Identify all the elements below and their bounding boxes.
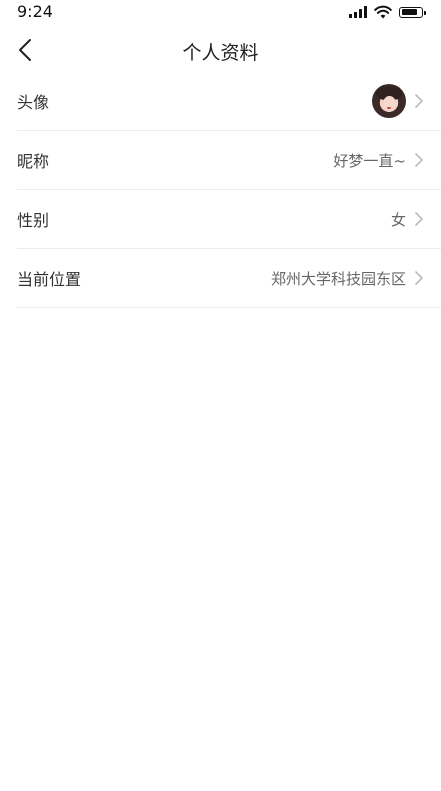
gender-row[interactable]: 性别 女 (17, 190, 441, 249)
profile-list: 头像 昵称 好梦一直~ 性别 女 当前位置 郑州大学科技园东区 (0, 72, 441, 308)
row-right (372, 72, 424, 130)
wifi-icon (374, 5, 392, 19)
row-label: 性别 (17, 211, 50, 230)
avatar-row[interactable]: 头像 (17, 72, 441, 131)
chevron-right-icon (415, 212, 423, 226)
gender-value: 女 (390, 210, 406, 229)
row-label: 头像 (17, 93, 50, 112)
signal-icon (349, 6, 367, 18)
row-right: 郑州大学科技园东区 (271, 249, 424, 307)
chevron-right-icon (415, 271, 423, 285)
status-time: 9:24 (17, 2, 53, 21)
battery-icon (399, 6, 426, 18)
nickname-value: 好梦一直~ (333, 151, 406, 170)
row-right: 好梦一直~ (333, 131, 424, 189)
location-row[interactable]: 当前位置 郑州大学科技园东区 (17, 249, 441, 308)
status-bar: 9:24 (0, 0, 441, 26)
nav-bar: 个人资料 (0, 26, 441, 74)
profile-screen: 9:24 个人资料 头像 昵称 好梦一直~ 性别 女 当前位置 郑州大学科技园东… (0, 0, 441, 791)
location-value: 郑州大学科技园东区 (270, 269, 406, 288)
row-label: 当前位置 (17, 270, 82, 289)
chevron-right-icon (415, 94, 423, 108)
chevron-right-icon (415, 153, 423, 167)
row-right: 女 (391, 190, 424, 248)
nickname-row[interactable]: 昵称 好梦一直~ (17, 131, 441, 190)
status-icons (349, 4, 426, 20)
page-title: 个人资料 (182, 42, 259, 64)
avatar (372, 84, 406, 118)
row-label: 昵称 (17, 152, 50, 171)
